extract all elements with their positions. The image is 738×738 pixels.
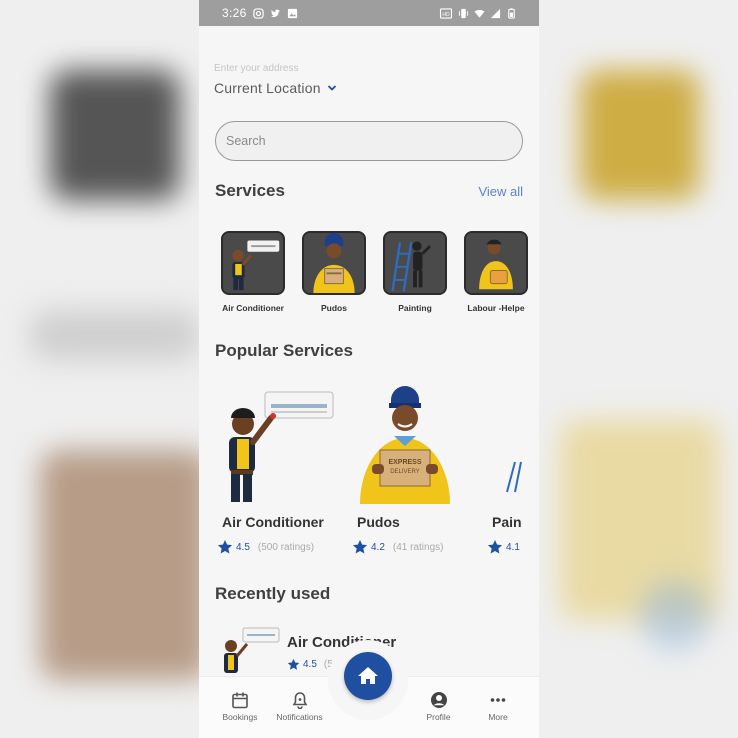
delivery-person-illustration: EXPRESS DELIVERY [350, 384, 485, 504]
star-icon [287, 658, 300, 670]
svg-text:HD: HD [442, 11, 450, 17]
nav-more[interactable]: More [469, 677, 527, 738]
nav-profile[interactable]: Profile [410, 677, 468, 738]
view-all-link[interactable]: View all [478, 184, 523, 199]
labour-helper-illustration [464, 231, 528, 295]
rating-value: 4.5 [236, 541, 250, 553]
services-heading: Services [215, 181, 285, 200]
service-item-pudos[interactable]: Pudos [302, 231, 366, 313]
wifi-icon [474, 9, 485, 18]
delivery-person-illustration [302, 231, 366, 295]
rating-count: (500 ratings) [257, 541, 315, 553]
service-item-labour-helper[interactable]: Labour -Helpe [464, 231, 528, 313]
profile-icon [430, 692, 447, 708]
home-button[interactable] [344, 652, 392, 700]
nav-notifications[interactable]: Notifications [271, 677, 329, 738]
nav-bookings[interactable]: Bookings [211, 677, 269, 738]
rating: 4.5 (500 ratings) [215, 539, 350, 555]
svg-text:DELIVERY: DELIVERY [390, 469, 420, 475]
chevron-down-icon [327, 85, 336, 91]
battery-icon [508, 7, 515, 19]
painter-illustration [485, 384, 525, 504]
popular-card-air-conditioner[interactable]: Air Conditioner 4.5 (500 ratings) [215, 384, 350, 555]
twitter-icon [270, 9, 280, 17]
status-bar: 3:26 HD [199, 0, 539, 26]
location-selector[interactable]: Current Location [214, 80, 337, 96]
bell-icon [292, 692, 307, 709]
rating-value: 4.2 [371, 541, 385, 553]
painter-illustration [383, 231, 447, 295]
service-label: Labour -Helpe [467, 303, 525, 313]
nav-label: Profile [426, 712, 451, 722]
nav-label: More [488, 712, 508, 722]
service-item-air-conditioner[interactable]: Air Conditioner [221, 231, 285, 313]
services-row: Air Conditioner Pudos Painting Labour -H… [221, 231, 528, 313]
phone-screen: 3:26 HD Enter your address Current Locat… [199, 0, 539, 738]
star-icon [217, 540, 233, 554]
recently-used-heading: Recently used [215, 584, 331, 603]
rating-count: (41 ratings) [392, 541, 444, 553]
air-conditioner-illustration [215, 384, 350, 504]
rating: 4.2 (41 ratings) [350, 539, 485, 555]
service-label: Pudos [321, 303, 347, 313]
current-location-label: Current Location [214, 80, 321, 96]
home-icon [358, 667, 378, 684]
popular-title: Pain [492, 514, 522, 530]
star-icon [487, 540, 503, 554]
calendar-icon [232, 692, 248, 709]
air-conditioner-illustration [221, 231, 285, 295]
instagram-icon [252, 7, 264, 19]
address-placeholder: Enter your address [214, 63, 299, 74]
data-saver-icon: HD [439, 7, 453, 19]
nav-label: Notifications [276, 712, 323, 722]
signal-icon [490, 8, 501, 18]
image-icon [287, 8, 297, 18]
vibrate-icon [458, 8, 469, 18]
service-label: Painting [398, 303, 432, 313]
search-input[interactable] [215, 121, 523, 161]
popular-card-painting[interactable]: Pain 4.1 [485, 384, 525, 555]
rating-value: 4.1 [506, 541, 520, 553]
nav-label: Bookings [222, 712, 258, 722]
star-icon [352, 540, 368, 554]
more-dots-icon [490, 698, 506, 702]
status-time: 3:26 [222, 6, 247, 20]
rating-value: 4.5 [303, 659, 317, 670]
service-label: Air Conditioner [222, 303, 284, 313]
air-conditioner-illustration [219, 624, 283, 676]
service-item-painting[interactable]: Painting [383, 231, 447, 313]
popular-title: Pudos [357, 514, 400, 530]
popular-title: Air Conditioner [222, 514, 324, 530]
main-content: Enter your address Current Location Serv… [199, 26, 539, 676]
popular-services-row: Air Conditioner 4.5 (500 ratings) EXPRES… [215, 384, 525, 555]
popular-card-pudos[interactable]: EXPRESS DELIVERY Pudos 4.2 (41 ratings) [350, 384, 485, 555]
rating: 4.1 [485, 539, 525, 555]
svg-text:EXPRESS: EXPRESS [388, 459, 421, 466]
popular-services-heading: Popular Services [215, 341, 353, 360]
